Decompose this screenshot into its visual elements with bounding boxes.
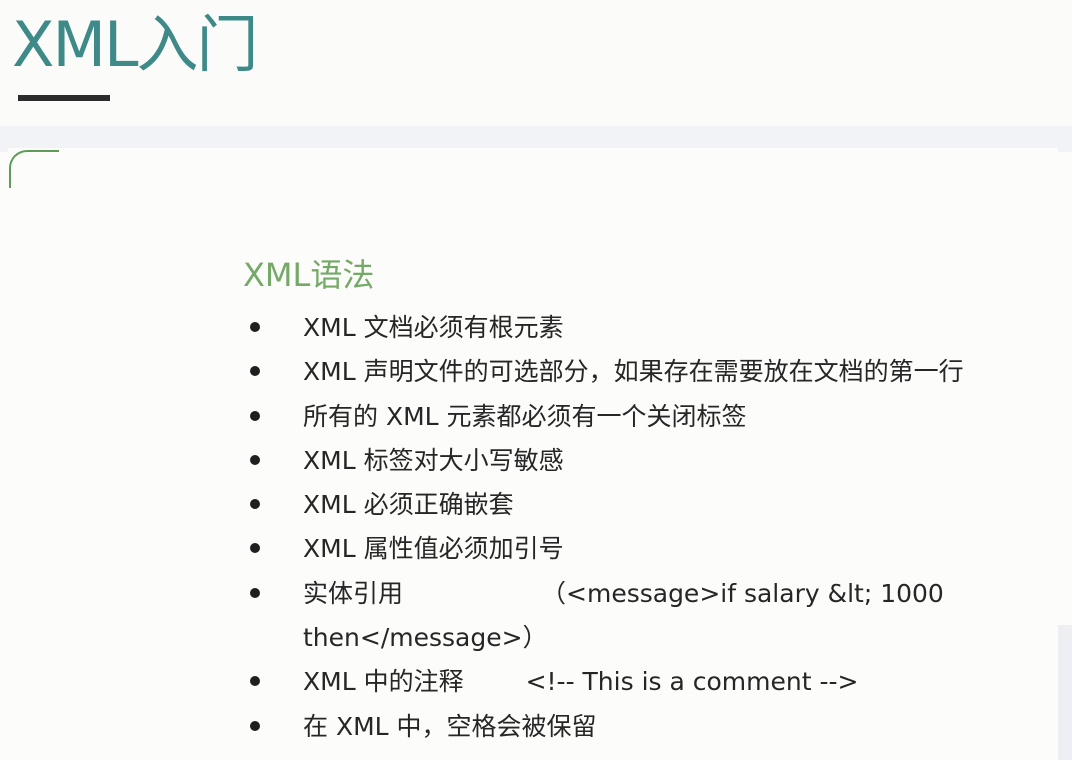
syntax-rule-list: XML 文档必须有根元素 XML 声明文件的可选部分，如果存在需要放在文档的第一… bbox=[250, 306, 1058, 749]
rule-nesting: XML 必须正确嵌套 bbox=[250, 483, 1058, 527]
rule-case-sensitive: XML 标签对大小写敏感 bbox=[250, 439, 1058, 483]
bullet-dot bbox=[250, 543, 260, 554]
rule-text: XML 必须正确嵌套 bbox=[303, 490, 514, 520]
corner-accent bbox=[9, 150, 59, 188]
bullet-dot bbox=[250, 410, 260, 421]
rule-closing-tag: 所有的 XML 元素都必须有一个关闭标签 bbox=[250, 395, 1058, 439]
rule-text: XML 文档必须有根元素 bbox=[303, 313, 564, 342]
slide-page: XML入门 XML语法 XML 文档必须有根元素 XML 声明文件的可选部分，如… bbox=[0, 0, 1072, 760]
rule-text: 在 XML 中，空格会被保留 bbox=[303, 711, 597, 741]
bullet-dot bbox=[250, 366, 260, 377]
rule-text: XML 标签对大小写敏感 bbox=[303, 445, 564, 475]
bullet-dot bbox=[250, 322, 260, 332]
rule-text: XML 声明文件的可选部分，如果存在需要放在文档的第一行 bbox=[303, 357, 964, 387]
rule-text: 所有的 XML 元素都必须有一个关闭标签 bbox=[303, 401, 747, 431]
section-heading: XML语法 bbox=[243, 256, 375, 294]
rule-text: XML 属性值必须加引号 bbox=[303, 534, 564, 564]
bullet-dot bbox=[250, 587, 260, 598]
rule-comment: XML 中的注释 <!-- This is a comment --> bbox=[250, 660, 1058, 704]
rule-root-element: XML 文档必须有根元素 bbox=[250, 306, 1058, 350]
bullet-dot bbox=[250, 454, 260, 465]
rule-whitespace: 在 XML 中，空格会被保留 bbox=[250, 705, 1058, 749]
rule-label: 实体引用 bbox=[303, 578, 404, 608]
rule-example: <!-- This is a comment --> bbox=[525, 667, 859, 697]
bullet-dot bbox=[250, 676, 260, 687]
rule-declaration: XML 声明文件的可选部分，如果存在需要放在文档的第一行 bbox=[250, 350, 1058, 394]
right-edge-panel bbox=[1058, 625, 1072, 760]
bullet-dot bbox=[250, 720, 260, 731]
rule-label: XML 中的注释 bbox=[303, 667, 464, 697]
rule-attribute-quotes: XML 属性值必须加引号 bbox=[250, 527, 1058, 571]
page-title: XML入门 bbox=[12, 8, 259, 81]
title-underline bbox=[18, 95, 110, 101]
rule-entity-reference: 实体引用 （<message>if salary &lt; 1000 then</… bbox=[250, 572, 1003, 661]
bullet-dot bbox=[250, 499, 260, 510]
